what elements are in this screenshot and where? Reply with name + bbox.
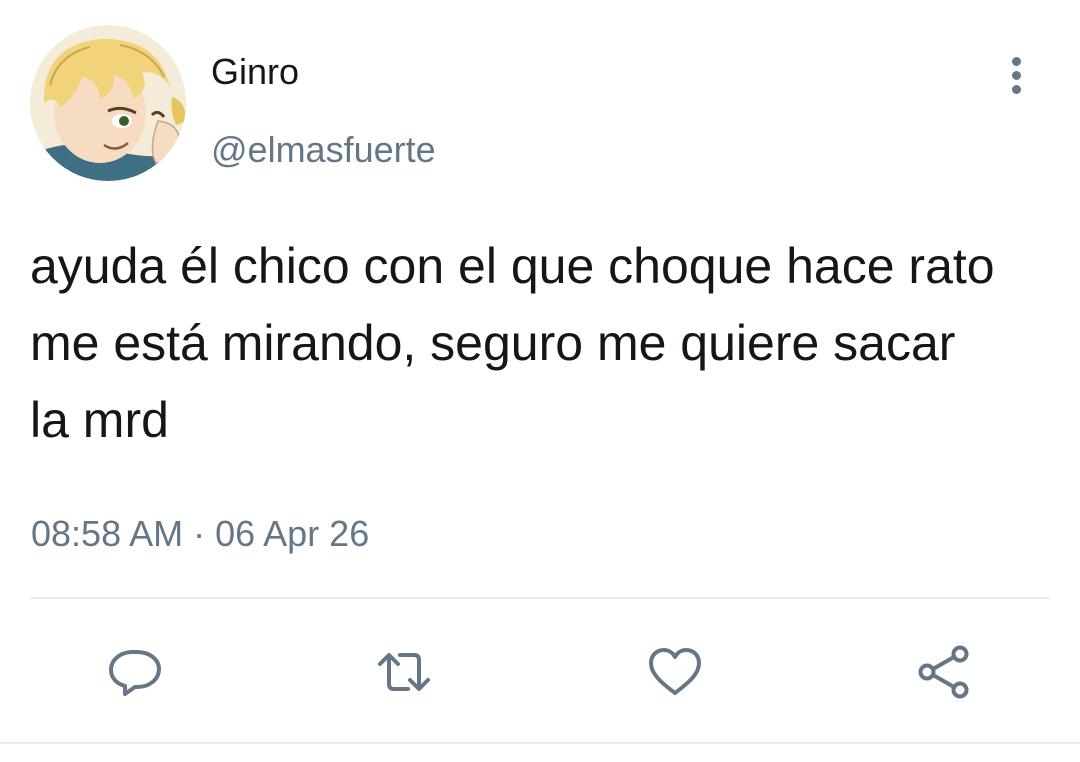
divider [30, 597, 1050, 599]
retweet-icon [378, 653, 430, 691]
more-vertical-icon [1012, 57, 1021, 66]
retweet-button[interactable] [376, 644, 432, 700]
more-vertical-icon-dot [1012, 85, 1021, 94]
avatar-image [30, 25, 186, 181]
share-button[interactable] [916, 644, 972, 700]
share-icon [918, 645, 969, 699]
display-name[interactable]: Ginro [211, 52, 299, 92]
bottom-divider [0, 742, 1080, 744]
more-options-button[interactable] [997, 52, 1037, 98]
avatar[interactable] [30, 25, 186, 181]
heart-icon [649, 648, 701, 695]
reply-icon [109, 650, 161, 696]
tweet-card: Ginro @elmasfuerte ayuda él chico con el… [0, 0, 1080, 762]
like-button[interactable] [647, 644, 703, 700]
user-handle[interactable]: @elmasfuerte [211, 130, 436, 170]
tweet-text: ayuda él chico con el que choque hace ra… [30, 238, 995, 448]
more-vertical-icon-dot [1012, 71, 1021, 80]
tweet-timestamp[interactable]: 08:58 AM · 06 Apr 26 [31, 512, 369, 556]
reply-button[interactable] [107, 644, 163, 700]
